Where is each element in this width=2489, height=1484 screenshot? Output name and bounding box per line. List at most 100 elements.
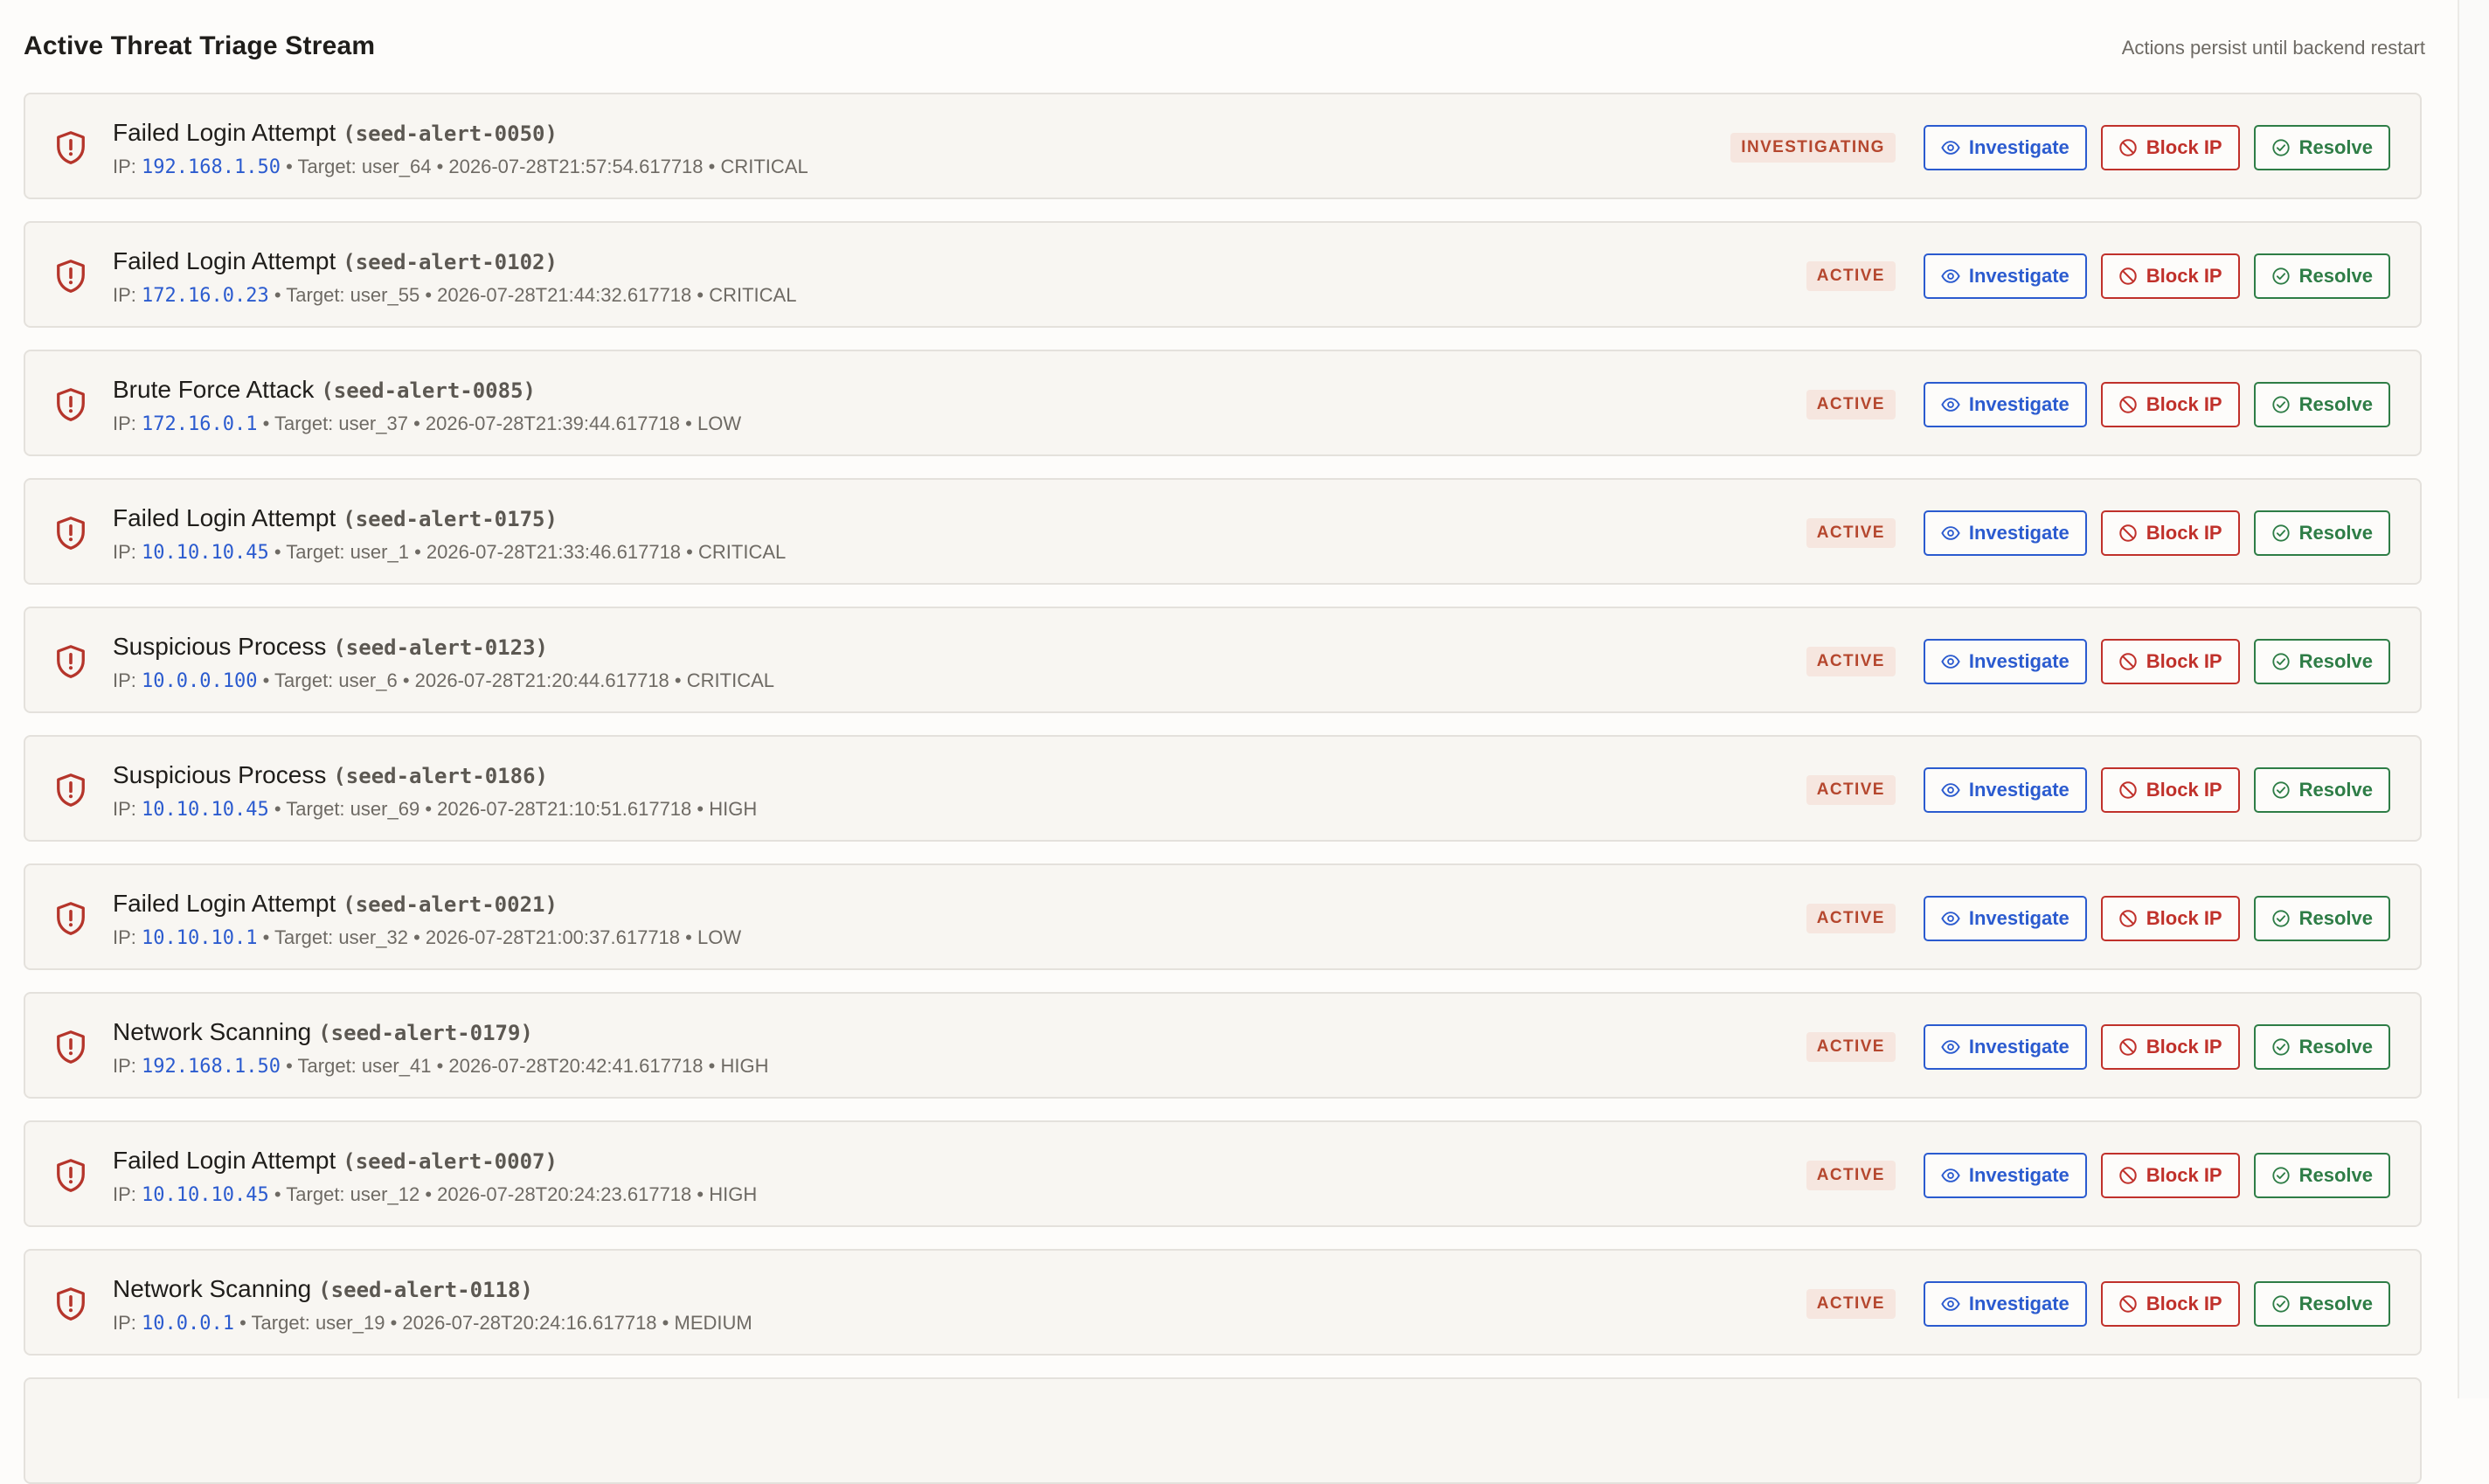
timestamp: 2026-07-28T21:57:54.617718 — [448, 156, 704, 177]
check-circle-icon — [2271, 267, 2299, 286]
ban-icon — [2118, 1294, 2146, 1314]
ip-address-link[interactable]: 192.168.1.50 — [142, 1056, 281, 1078]
separator: • — [708, 1055, 716, 1077]
investigate-button[interactable]: Investigate — [1923, 125, 2087, 170]
separator: • — [286, 156, 293, 177]
status-badge: ACTIVE — [1806, 261, 1896, 291]
ip-address-link[interactable]: 172.16.0.23 — [142, 285, 269, 307]
ban-icon — [2118, 267, 2146, 286]
block-ip-label: Block IP — [2146, 1293, 2222, 1314]
alert-title: Failed Login Attempt (seed-alert-0007) — [113, 1147, 558, 1175]
investigate-button[interactable]: Investigate — [1923, 896, 2087, 941]
ban-icon — [2118, 524, 2146, 543]
alert-type: Suspicious Process — [113, 761, 327, 788]
block-ip-button[interactable]: Block IP — [2100, 382, 2240, 427]
resolve-label: Resolve — [2298, 393, 2373, 415]
separator: • — [662, 1312, 669, 1334]
resolve-button[interactable]: Resolve — [2253, 1281, 2390, 1327]
investigate-button[interactable]: Investigate — [1923, 1024, 2087, 1070]
separator: • — [402, 669, 410, 691]
alert-meta: IP: 10.10.10.45 • Target: user_12 • 2026… — [113, 1183, 757, 1206]
investigate-button[interactable]: Investigate — [1923, 639, 2087, 684]
ip-address-link[interactable]: 10.0.0.1 — [142, 1313, 234, 1335]
investigate-label: Investigate — [1968, 136, 2070, 158]
alert-card[interactable]: Failed Login Attempt (seed-alert-0050) IP:… — [24, 93, 2422, 199]
ban-icon — [2118, 909, 2146, 928]
resolve-button[interactable]: Resolve — [2253, 1153, 2390, 1198]
target-user: user_6 — [338, 669, 398, 691]
status-badge: ACTIVE — [1806, 1032, 1896, 1062]
alert-card-partial[interactable] — [24, 1377, 2422, 1484]
investigate-button[interactable]: Investigate — [1923, 253, 2087, 299]
separator: • — [286, 1055, 293, 1077]
alert-type: Failed Login Attempt — [113, 890, 336, 917]
alert-meta: IP: 192.168.1.50 • Target: user_64 • 202… — [113, 156, 808, 178]
check-circle-icon — [2271, 909, 2299, 928]
investigate-button[interactable]: Investigate — [1923, 767, 2087, 813]
block-ip-button[interactable]: Block IP — [2100, 125, 2240, 170]
investigate-button[interactable]: Investigate — [1923, 382, 2087, 427]
timestamp: 2026-07-28T21:44:32.617718 — [437, 284, 692, 306]
target-label: Target: — [297, 1055, 357, 1077]
resolve-button[interactable]: Resolve — [2253, 767, 2390, 813]
resolve-label: Resolve — [2298, 1164, 2373, 1186]
ip-address-link[interactable]: 10.10.10.1 — [142, 927, 257, 949]
block-ip-button[interactable]: Block IP — [2100, 1024, 2240, 1070]
investigate-button[interactable]: Investigate — [1923, 1281, 2087, 1327]
eye-icon — [1941, 524, 1969, 543]
alert-card[interactable]: Network Scanning (seed-alert-0118) IP: 10.… — [24, 1249, 2422, 1356]
separator: • — [390, 1312, 398, 1334]
alert-id: (seed-alert-0123) — [333, 635, 548, 660]
block-ip-label: Block IP — [2146, 522, 2222, 544]
ip-address-link[interactable]: 192.168.1.50 — [142, 156, 281, 178]
block-ip-button[interactable]: Block IP — [2100, 896, 2240, 941]
alert-type: Failed Login Attempt — [113, 119, 336, 146]
alert-card[interactable]: Network Scanning (seed-alert-0179) IP: 192… — [24, 992, 2422, 1099]
ip-address-link[interactable]: 10.10.10.45 — [142, 542, 269, 564]
separator: • — [685, 926, 692, 948]
ip-address-link[interactable]: 10.0.0.100 — [142, 670, 257, 692]
ip-address-link[interactable]: 10.10.10.45 — [142, 1184, 269, 1206]
block-ip-button[interactable]: Block IP — [2100, 767, 2240, 813]
resolve-button[interactable]: Resolve — [2253, 510, 2390, 556]
investigate-button[interactable]: Investigate — [1923, 1153, 2087, 1198]
alert-type: Network Scanning — [113, 1275, 312, 1302]
check-circle-icon — [2271, 524, 2299, 543]
alert-card[interactable]: Suspicious Process (seed-alert-0123) IP: 1… — [24, 607, 2422, 713]
block-ip-button[interactable]: Block IP — [2100, 510, 2240, 556]
alert-meta: IP: 172.16.0.1 • Target: user_37 • 2026-… — [113, 413, 741, 435]
alert-card[interactable]: Failed Login Attempt (seed-alert-0102) IP:… — [24, 221, 2422, 328]
resolve-button[interactable]: Resolve — [2253, 896, 2390, 941]
resolve-button[interactable]: Resolve — [2253, 382, 2390, 427]
block-ip-button[interactable]: Block IP — [2100, 639, 2240, 684]
ip-address-link[interactable]: 10.10.10.45 — [142, 799, 269, 821]
resolve-button[interactable]: Resolve — [2253, 125, 2390, 170]
block-ip-button[interactable]: Block IP — [2100, 1281, 2240, 1327]
alert-meta: IP: 192.168.1.50 • Target: user_41 • 202… — [113, 1055, 768, 1078]
resolve-label: Resolve — [2298, 907, 2373, 929]
scrollbar[interactable] — [2458, 0, 2489, 1398]
alert-meta: IP: 172.16.0.23 • Target: user_55 • 2026… — [113, 284, 796, 307]
target-label: Target: — [274, 413, 334, 434]
eye-icon — [1941, 780, 1969, 800]
block-ip-label: Block IP — [2146, 136, 2222, 158]
alert-card[interactable]: Failed Login Attempt (seed-alert-0021) IP:… — [24, 863, 2422, 970]
resolve-button[interactable]: Resolve — [2253, 1024, 2390, 1070]
status-badge: INVESTIGATING — [1730, 133, 1896, 163]
ip-address-link[interactable]: 172.16.0.1 — [142, 413, 257, 435]
alert-card[interactable]: Suspicious Process (seed-alert-0186) IP: 1… — [24, 735, 2422, 842]
alert-card[interactable]: Brute Force Attack (seed-alert-0085) IP: 1… — [24, 350, 2422, 456]
alert-card[interactable]: Failed Login Attempt (seed-alert-0175) IP:… — [24, 478, 2422, 585]
investigate-button[interactable]: Investigate — [1923, 510, 2087, 556]
ip-label: IP: — [113, 798, 136, 820]
alert-actions: ACTIVE Investigate Block IP Resolve — [1806, 1152, 2390, 1199]
block-ip-button[interactable]: Block IP — [2100, 1153, 2240, 1198]
block-ip-button[interactable]: Block IP — [2100, 253, 2240, 299]
alert-card[interactable]: Failed Login Attempt (seed-alert-0007) IP:… — [24, 1120, 2422, 1227]
investigate-label: Investigate — [1968, 522, 2070, 544]
alert-type: Failed Login Attempt — [113, 1147, 336, 1174]
resolve-button[interactable]: Resolve — [2253, 253, 2390, 299]
resolve-button[interactable]: Resolve — [2253, 639, 2390, 684]
target-label: Target: — [286, 541, 345, 563]
investigate-label: Investigate — [1968, 907, 2070, 929]
